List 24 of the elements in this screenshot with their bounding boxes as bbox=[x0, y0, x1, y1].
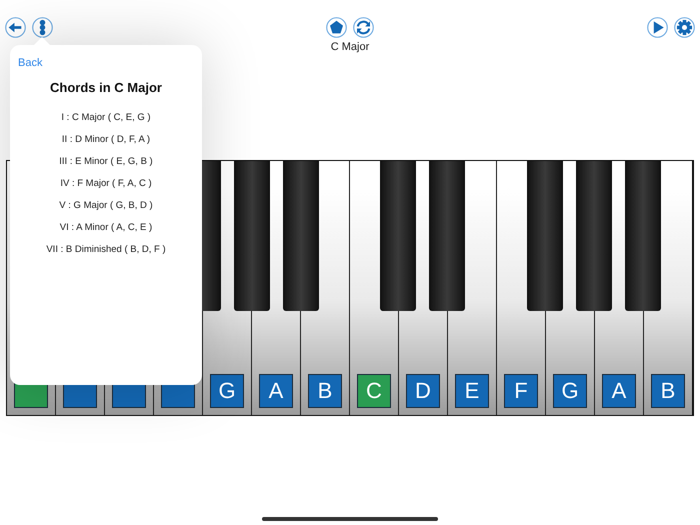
note-label: E bbox=[455, 374, 489, 408]
note-label: D bbox=[406, 374, 440, 408]
popover-title: Chords in C Major bbox=[50, 80, 162, 95]
chord-item: VII : B Diminished ( B, D, F ) bbox=[46, 243, 166, 257]
scale-label: C Major bbox=[330, 41, 370, 53]
note-label: B bbox=[651, 374, 685, 408]
refresh-icon[interactable] bbox=[353, 17, 374, 38]
chord-item: I : C Major ( C, E, G ) bbox=[61, 111, 151, 125]
chord-item: V : G Major ( G, B, D ) bbox=[59, 199, 153, 213]
note-label: G bbox=[553, 374, 587, 408]
note-label: A bbox=[602, 374, 636, 408]
note-label: G bbox=[210, 374, 244, 408]
play-icon[interactable] bbox=[647, 17, 668, 38]
chord-item: VI : A Minor ( A, C, E ) bbox=[60, 221, 152, 235]
menu-icon[interactable] bbox=[32, 17, 53, 38]
note-label: F bbox=[504, 374, 538, 408]
note-label: A bbox=[259, 374, 293, 408]
note-label: B bbox=[308, 374, 342, 408]
back-link[interactable]: Back bbox=[18, 57, 42, 69]
back-icon[interactable] bbox=[5, 17, 26, 38]
settings-icon[interactable] bbox=[674, 17, 695, 38]
chord-item: II : D Minor ( D, F, A ) bbox=[62, 133, 150, 147]
chord-item: IV : F Major ( F, A, C ) bbox=[60, 177, 152, 191]
note-label: C bbox=[357, 374, 391, 408]
